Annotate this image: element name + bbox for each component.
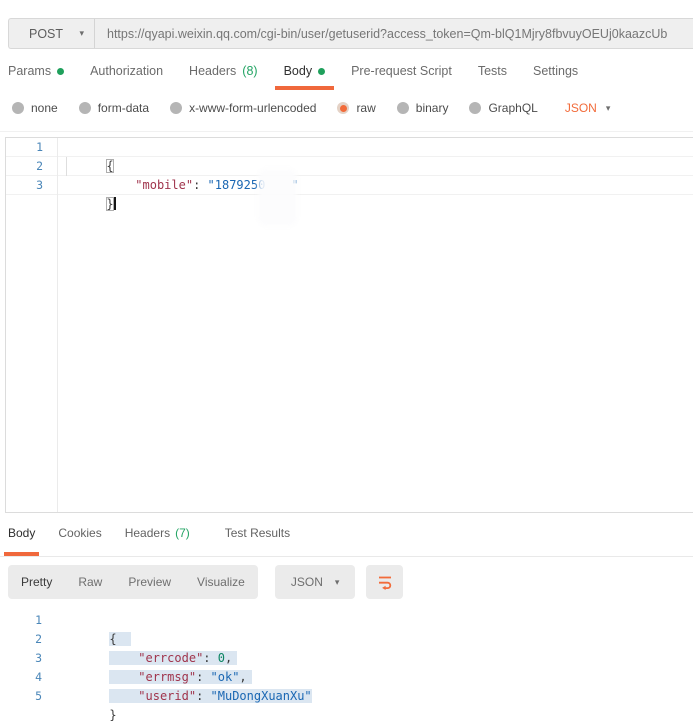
tab-authorization[interactable]: Authorization <box>90 64 163 90</box>
tab-pre-request-script[interactable]: Pre-request Script <box>351 64 452 90</box>
close-brace: } <box>106 197 113 211</box>
line-number: 2 <box>6 157 43 175</box>
tab-headers[interactable]: Headers (8) <box>189 64 258 90</box>
mode-label: none <box>31 101 58 115</box>
headers-count: (7) <box>175 526 190 540</box>
raw-language-dropdown[interactable]: JSON ▾ <box>565 101 611 115</box>
tab-label: Headers <box>189 64 236 78</box>
chevron-down-icon: ▾ <box>79 29 84 38</box>
line-number: 2 <box>0 630 42 649</box>
view-visualize-button[interactable]: Visualize <box>184 575 258 589</box>
view-pretty-button[interactable]: Pretty <box>8 575 65 589</box>
wrap-lines-button[interactable] <box>366 565 403 599</box>
mode-x-www-form-urlencoded[interactable]: x-www-form-urlencoded <box>170 101 316 115</box>
headers-count: (8) <box>242 64 257 78</box>
response-tab-headers[interactable]: Headers (7) <box>125 524 190 556</box>
response-line: 2 "errcode": 0, <box>0 630 693 649</box>
radio-icon <box>12 102 24 114</box>
mode-label: GraphQL <box>488 101 537 115</box>
tab-label: Test Results <box>225 526 290 540</box>
request-body-editor[interactable]: 1 { 2 "mobile": "1879250" 3 } <box>5 137 693 513</box>
tab-label: Authorization <box>90 64 163 78</box>
json-key: "mobile" <box>135 178 193 192</box>
response-language-dropdown[interactable]: JSON ▾ <box>275 565 356 599</box>
chevron-down-icon: ▾ <box>335 578 340 587</box>
mode-label: form-data <box>98 101 149 115</box>
editor-line: 1 { <box>6 138 693 157</box>
body-mode-row: none form-data x-www-form-urlencoded raw… <box>12 101 610 115</box>
tab-label: Body <box>8 526 35 540</box>
json-value: "1879250 <box>208 178 266 192</box>
response-line: 1 { <box>0 611 693 630</box>
line-number: 1 <box>0 611 42 630</box>
line-number: 4 <box>0 668 42 687</box>
tab-settings[interactable]: Settings <box>533 64 578 90</box>
mode-label: raw <box>356 101 375 115</box>
radio-selected-icon <box>337 102 349 114</box>
mode-graphql[interactable]: GraphQL <box>469 101 537 115</box>
indent-guide <box>66 157 67 176</box>
radio-icon <box>79 102 91 114</box>
radio-icon <box>469 102 481 114</box>
response-tabs: Body Cookies Headers (7) Test Results <box>8 524 693 556</box>
tab-label: Pre-request Script <box>351 64 452 78</box>
url-input[interactable]: https://qyapi.weixin.qq.com/cgi-bin/user… <box>95 19 693 48</box>
response-tab-body[interactable]: Body <box>8 524 35 556</box>
punctuation: : <box>193 178 207 192</box>
close-brace: } <box>109 708 116 722</box>
green-dot-icon <box>57 68 64 75</box>
view-preview-button[interactable]: Preview <box>115 575 184 589</box>
response-tab-cookies[interactable]: Cookies <box>58 524 101 556</box>
tab-params[interactable]: Params <box>8 64 64 90</box>
divider <box>0 131 693 132</box>
text-cursor <box>114 197 116 210</box>
line-number: 1 <box>6 138 43 156</box>
response-tab-test-results[interactable]: Test Results <box>225 524 290 556</box>
tab-label: Body <box>284 64 313 78</box>
line-number: 5 <box>0 687 42 706</box>
tab-label: Params <box>8 64 51 78</box>
tab-tests[interactable]: Tests <box>478 64 507 90</box>
mode-none[interactable]: none <box>12 101 58 115</box>
response-line: 3 "errmsg": "ok", <box>0 649 693 668</box>
response-line: 4 "userid": "MuDongXuanXu" <box>0 668 693 687</box>
method-label: POST <box>29 27 63 41</box>
language-label: JSON <box>565 101 597 115</box>
response-line: 5 } <box>0 687 693 706</box>
request-url-bar: POST ▾ https://qyapi.weixin.qq.com/cgi-b… <box>8 18 693 49</box>
mode-binary[interactable]: binary <box>397 101 449 115</box>
line-number: 3 <box>6 176 43 194</box>
line-number: 3 <box>0 649 42 668</box>
mode-form-data[interactable]: form-data <box>79 101 149 115</box>
editor-line: 3 } <box>6 176 693 195</box>
view-mode-group: Pretty Raw Preview Visualize <box>8 565 258 599</box>
chevron-down-icon: ▾ <box>606 104 611 113</box>
view-raw-button[interactable]: Raw <box>65 575 115 589</box>
punctuation: : <box>196 689 210 703</box>
tab-body[interactable]: Body <box>284 64 326 90</box>
json-value: "MuDongXuanXu" <box>211 689 312 703</box>
tab-label: Settings <box>533 64 578 78</box>
divider <box>0 556 693 557</box>
tab-label: Cookies <box>58 526 101 540</box>
json-key: "userid" <box>138 689 196 703</box>
green-dot-icon <box>318 68 325 75</box>
tab-label: Headers <box>125 526 170 540</box>
mode-raw[interactable]: raw <box>337 101 375 115</box>
radio-icon <box>170 102 182 114</box>
language-label: JSON <box>291 575 323 589</box>
redacted-blur <box>265 177 291 189</box>
mode-label: x-www-form-urlencoded <box>189 101 316 115</box>
request-tabs: Params Authorization Headers (8) Body Pr… <box>8 64 578 90</box>
radio-icon <box>397 102 409 114</box>
mode-label: binary <box>416 101 449 115</box>
method-dropdown[interactable]: POST ▾ <box>9 19 94 48</box>
response-toolbar: Pretty Raw Preview Visualize JSON ▾ <box>8 565 403 599</box>
response-body-viewer[interactable]: 1 { 2 "errcode": 0, 3 "errmsg": "ok", 4 … <box>0 611 693 706</box>
wrap-lines-icon <box>377 574 393 590</box>
tab-label: Tests <box>478 64 507 78</box>
gutter-divider <box>57 138 58 512</box>
editor-line: 2 "mobile": "1879250" <box>6 157 693 176</box>
